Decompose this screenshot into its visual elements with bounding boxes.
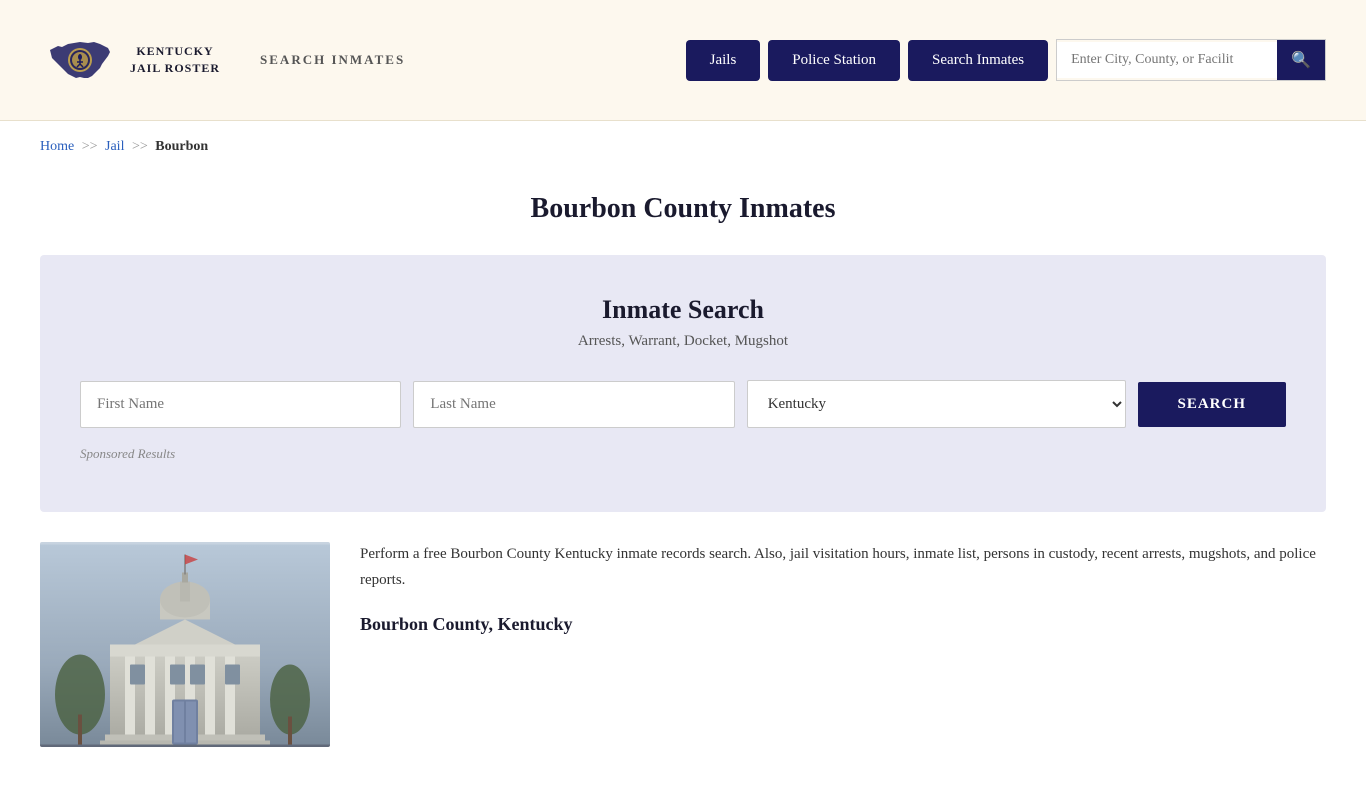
search-inmates-nav-button[interactable]: Search Inmates (908, 40, 1048, 81)
logo-image (40, 20, 120, 100)
header-search-input[interactable] (1057, 42, 1277, 78)
content-text-area: Perform a free Bourbon County Kentucky i… (360, 542, 1326, 747)
state-select[interactable]: Kentucky AlabamaAlaskaArizonaArkansas Ca… (747, 380, 1126, 428)
content-section: Perform a free Bourbon County Kentucky i… (0, 542, 1366, 787)
content-subheading: Bourbon County, Kentucky (360, 609, 1326, 640)
content-description: Perform a free Bourbon County Kentucky i… (360, 542, 1326, 593)
header-search-container: 🔍 (1056, 39, 1326, 81)
jails-nav-button[interactable]: Jails (686, 40, 761, 81)
breadcrumb-sep-1: >> (82, 139, 98, 154)
inmate-search-card: Inmate Search Arrests, Warrant, Docket, … (40, 255, 1326, 512)
breadcrumb: Home >> Jail >> Bourbon (0, 121, 1366, 173)
logo-text: KENTUCKY JAIL ROSTER (130, 43, 220, 77)
breadcrumb-jail-link[interactable]: Jail (105, 139, 124, 154)
logo-link[interactable]: KENTUCKY JAIL ROSTER (40, 20, 220, 100)
search-card-subtitle: Arrests, Warrant, Docket, Mugshot (80, 333, 1286, 350)
search-card-title: Inmate Search (80, 295, 1286, 325)
page-title: Bourbon County Inmates (0, 193, 1366, 225)
search-inmates-header-label: SEARCH INMATES (260, 52, 405, 68)
breadcrumb-home-link[interactable]: Home (40, 139, 74, 154)
inmate-search-button[interactable]: SEARCH (1138, 382, 1287, 427)
first-name-input[interactable] (80, 381, 401, 428)
courthouse-image (40, 542, 330, 747)
site-header: KENTUCKY JAIL ROSTER SEARCH INMATES Jail… (0, 0, 1366, 121)
breadcrumb-sep-2: >> (132, 139, 148, 154)
police-station-nav-button[interactable]: Police Station (768, 40, 900, 81)
main-nav: Jails Police Station Search Inmates 🔍 (686, 39, 1326, 81)
sponsored-results-label: Sponsored Results (80, 446, 1286, 462)
inmate-search-form: Kentucky AlabamaAlaskaArizonaArkansas Ca… (80, 380, 1286, 428)
breadcrumb-current: Bourbon (155, 139, 208, 154)
last-name-input[interactable] (413, 381, 734, 428)
header-search-button[interactable]: 🔍 (1277, 40, 1325, 80)
